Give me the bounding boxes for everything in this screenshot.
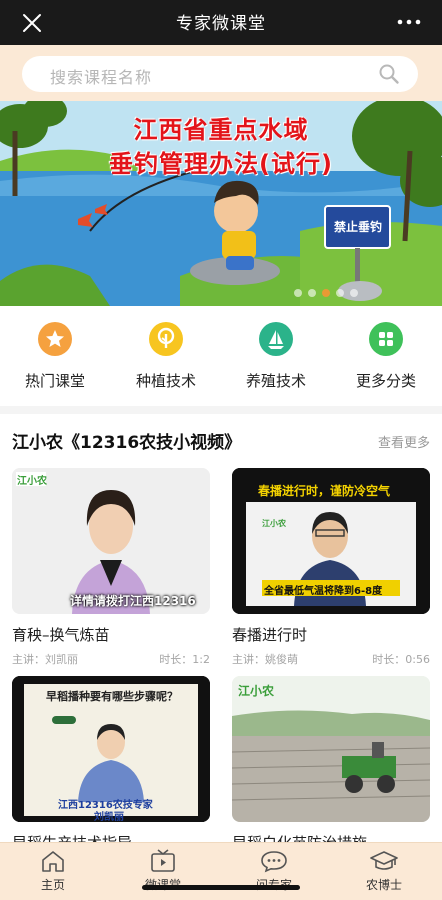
carousel-dot[interactable] [294, 289, 302, 297]
video-meta: 主讲：刘凯丽 时长：1:2 [12, 651, 210, 666]
tab-doctor[interactable]: 农博士 [344, 849, 424, 893]
carousel-dot[interactable] [322, 289, 330, 297]
speaker-name: 刘凯丽 [94, 812, 124, 822]
video-headline: 早稻播种要有哪些步骤呢？ [46, 690, 178, 703]
chat-icon [261, 851, 287, 873]
video-title: 春播进行时 [232, 626, 308, 644]
video-card[interactable]: 江小农 早稻白化苗防治措施 [232, 676, 430, 842]
search-placeholder: 搜索课程名称 [50, 68, 153, 87]
banner-headline-line1: 江西省重点水域 [133, 116, 309, 144]
banner-carousel[interactable]: 江西省重点水域 垂钓管理办法(试行) 禁止垂钓 [0, 101, 442, 306]
banner-headline-line2: 垂钓管理办法(试行) [109, 150, 333, 178]
category-label: 热门课堂 [24, 372, 85, 390]
search-input[interactable]: 搜索课程名称 [22, 56, 418, 92]
category-planting[interactable]: 种植技术 [116, 322, 216, 391]
video-speaker: 主讲：姚俊萌 [232, 653, 298, 666]
category-label: 种植技术 [135, 372, 196, 390]
video-duration: 时长：0:56 [372, 653, 430, 666]
carousel-dot[interactable] [308, 289, 316, 297]
video-title: 育秧–换气炼苗 [12, 626, 110, 644]
video-thumbnail: 江小农 详情请拨打江西12316 [12, 468, 210, 614]
category-more[interactable]: 更多分类 [336, 322, 436, 391]
banner-sign-text: 禁止垂钓 [333, 220, 382, 234]
tab-label: 农博士 [365, 878, 402, 892]
video-duration: 时长：1:2 [159, 653, 210, 666]
carousel-dot[interactable] [350, 289, 358, 297]
video-title: 早稻生产技术指导 [12, 832, 210, 842]
search-bar-container: 搜索课程名称 [0, 45, 442, 101]
carousel-indicator[interactable] [294, 289, 358, 299]
section-title: 江小农《12316农技小视频》 [12, 433, 242, 453]
bottom-tab-bar: 主页 微课堂 问专家 农博士 [0, 842, 442, 900]
tab-home[interactable]: 主页 [13, 849, 93, 893]
category-hot-classes[interactable]: 热门课堂 [5, 322, 105, 391]
video-thumbnail: 春播进行时，谨防冷空气 江小农 全省最低气温将降到6-8度 [232, 468, 430, 614]
tv-icon [151, 849, 175, 872]
grid-icon [369, 322, 403, 356]
star-icon [38, 322, 72, 356]
video-card[interactable]: 春播进行时，谨防冷空气 江小农 全省最低气温将降到6-8度 春播进行时 主讲：姚… [232, 468, 430, 666]
video-headline: 春播进行时，谨防冷空气 [258, 484, 391, 498]
home-icon [42, 851, 64, 872]
video-title: 早稻白化苗防治措施 [232, 832, 430, 842]
view-more-link[interactable]: 查看更多 [378, 432, 430, 451]
carousel-dot[interactable] [336, 289, 344, 297]
video-caption: 全省最低气温将降到6-8度 [264, 586, 383, 597]
video-caption: 详情请拨打江西12316 [70, 594, 196, 608]
video-meta: 主讲：姚俊萌 时长：0:56 [232, 651, 430, 666]
category-label: 更多分类 [355, 372, 416, 390]
video-card[interactable]: 早稻播种要有哪些步骤呢？ 江西12316农技专家 刘凯丽 早稻生产技术指导 [12, 676, 210, 842]
graduation-cap-icon [370, 851, 398, 870]
channel-logo: 江小农 [262, 519, 286, 528]
sail-icon [259, 322, 293, 356]
more-dots-icon[interactable] [394, 10, 424, 34]
plant-icon [149, 322, 183, 356]
title-bar: 专家微课堂 [0, 0, 442, 45]
video-section: 江小农《12316农技小视频》 查看更多 江小农 详情请拨打江西12316 育秧… [0, 414, 442, 842]
video-thumbnail: 早稻播种要有哪些步骤呢？ 江西12316农技专家 刘凯丽 [12, 676, 210, 822]
category-label: 养殖技术 [245, 372, 306, 390]
channel-logo: 江小农 [238, 684, 275, 698]
category-grid: 热门课堂 种植技术 养殖技术 更多分类 [0, 306, 442, 406]
channel-logo: 江小农 [17, 476, 47, 487]
video-card[interactable]: 江小农 详情请拨打江西12316 育秧–换气炼苗 主讲：刘凯丽 时长：1:2 [12, 468, 210, 666]
banner-headline: 江西省重点水域 垂钓管理办法(试行) [0, 113, 442, 181]
page-title: 专家微课堂 [176, 14, 266, 34]
video-thumbnail: 江小农 [232, 676, 430, 822]
search-icon[interactable] [378, 63, 400, 85]
video-speaker: 主讲：刘凯丽 [12, 653, 78, 666]
home-indicator [142, 885, 300, 890]
tab-label: 主页 [40, 878, 65, 892]
category-breeding[interactable]: 养殖技术 [226, 322, 326, 391]
